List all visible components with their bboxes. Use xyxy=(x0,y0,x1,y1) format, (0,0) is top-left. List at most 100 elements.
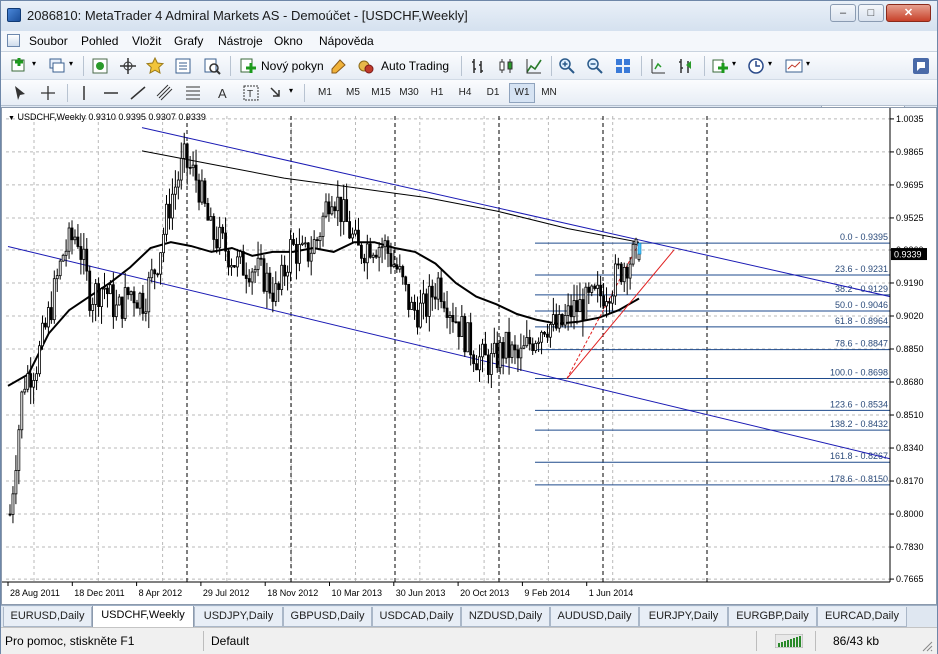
line-chart-icon[interactable] xyxy=(525,57,543,75)
new-order-button[interactable]: Nový pokyn xyxy=(237,55,325,77)
candle-body xyxy=(427,285,431,317)
chart-tab[interactable]: USDJPY,Daily xyxy=(194,607,283,627)
timeframe-m5[interactable]: M5 xyxy=(340,87,366,98)
candle-body xyxy=(73,236,77,241)
candle-body xyxy=(197,179,201,203)
chart-tab[interactable]: EURCAD,Daily xyxy=(817,607,907,627)
chart-window[interactable]: 0.0 - 0.9395 23.6 - 0.9231 38.2 - 0.9129 50… xyxy=(1,107,937,605)
candle-body xyxy=(100,288,103,307)
candle-body xyxy=(351,233,354,239)
fibonacci-retracement-icon[interactable] xyxy=(184,84,202,102)
candle xyxy=(605,287,608,318)
candle-body xyxy=(8,513,12,516)
separator xyxy=(704,56,705,76)
horizontal-line-icon[interactable] xyxy=(102,84,120,102)
candle xyxy=(424,288,428,324)
navigator-icon[interactable] xyxy=(146,57,164,75)
data-window-icon[interactable] xyxy=(119,57,137,75)
maximize-button[interactable]: □ xyxy=(858,4,884,22)
dropdown-arrow-icon[interactable]: ▾ xyxy=(768,59,772,68)
resize-grip-icon[interactable] xyxy=(921,640,933,652)
trendline-icon[interactable] xyxy=(129,84,147,102)
candle-body xyxy=(495,342,499,368)
timeframe-m30[interactable]: M30 xyxy=(396,87,422,98)
templates-icon[interactable] xyxy=(785,57,803,75)
strategy-tester-icon[interactable] xyxy=(203,57,221,75)
timeframe-h4[interactable]: H4 xyxy=(452,87,478,98)
chart-tab[interactable]: EURGBP,Daily xyxy=(728,607,817,627)
zoom-out-icon[interactable] xyxy=(586,57,604,75)
candle-body xyxy=(389,253,393,267)
price-chart[interactable]: 0.0 - 0.9395 23.6 - 0.9231 38.2 - 0.9129 50… xyxy=(2,108,936,604)
auto-scroll-icon[interactable] xyxy=(677,57,695,75)
terminal-icon[interactable] xyxy=(174,57,192,75)
chart-tab[interactable]: AUDUSD,Daily xyxy=(550,607,639,627)
timeframe-mn[interactable]: MN xyxy=(536,87,562,98)
text-icon[interactable]: A xyxy=(214,84,232,102)
fib-level-label: 23.6 - 0.9231 xyxy=(835,264,888,274)
tile-windows-icon[interactable] xyxy=(614,57,632,75)
candle-body xyxy=(312,239,316,254)
metaeditor-icon[interactable] xyxy=(330,57,348,75)
timeframe-w1[interactable]: W1 xyxy=(509,83,535,103)
periods-clock-icon[interactable] xyxy=(747,57,765,75)
chart-tab[interactable]: USDCHF,Weekly xyxy=(92,606,194,628)
market-watch-icon[interactable] xyxy=(91,57,109,75)
vertical-line-icon[interactable] xyxy=(75,84,93,102)
timeframe-d1[interactable]: D1 xyxy=(480,87,506,98)
candle-body xyxy=(253,269,257,273)
community-icon[interactable] xyxy=(912,57,930,75)
menu-okno[interactable]: Okno xyxy=(274,34,303,48)
chart-shift-icon[interactable] xyxy=(649,57,667,75)
menu-grafy[interactable]: Grafy xyxy=(174,34,203,48)
timeframe-m15[interactable]: M15 xyxy=(368,87,394,98)
candle-body xyxy=(546,333,549,338)
indicators-icon[interactable] xyxy=(711,57,729,75)
chart-collapse-icon[interactable]: ▼ xyxy=(8,115,15,122)
dropdown-arrow-icon[interactable]: ▾ xyxy=(289,86,293,95)
arrows-icon[interactable] xyxy=(267,84,285,102)
chart-tab[interactable]: GBPUSD,Daily xyxy=(283,607,372,627)
chart-tab[interactable]: EURUSD,Daily xyxy=(3,607,92,627)
zoom-in-icon[interactable] xyxy=(558,57,576,75)
candle xyxy=(522,335,526,349)
candle-body xyxy=(472,354,476,365)
dropdown-arrow-icon[interactable]: ▾ xyxy=(69,59,73,68)
candle xyxy=(395,257,399,274)
menu-nastroje[interactable]: Nástroje xyxy=(218,34,263,48)
menu-vlozit[interactable]: Vložit xyxy=(132,34,161,48)
timeframe-m1[interactable]: M1 xyxy=(312,87,338,98)
candle-body xyxy=(224,232,227,252)
chart-tab[interactable]: USDCAD,Daily xyxy=(372,607,461,627)
bar-chart-icon[interactable] xyxy=(469,57,487,75)
new-chart-icon[interactable] xyxy=(11,57,29,75)
dropdown-arrow-icon[interactable]: ▾ xyxy=(732,59,736,68)
minimize-button[interactable]: – xyxy=(830,4,856,22)
candle xyxy=(218,216,222,255)
candle-body xyxy=(489,353,493,375)
menu-napoveda[interactable]: Nápověda xyxy=(319,34,374,48)
candle xyxy=(230,258,233,276)
candle xyxy=(277,281,281,302)
profiles-icon[interactable] xyxy=(48,57,66,75)
candle xyxy=(481,338,484,373)
chart-tab[interactable]: EURJPY,Daily xyxy=(639,607,728,627)
candlestick-chart-icon[interactable] xyxy=(497,57,515,75)
close-button[interactable]: ✕ xyxy=(886,4,931,22)
dropdown-arrow-icon[interactable]: ▾ xyxy=(32,59,36,68)
chart-menu-icon[interactable] xyxy=(7,34,20,47)
auto-trading-button[interactable]: Auto Trading xyxy=(355,55,455,77)
cursor-icon[interactable] xyxy=(11,84,29,102)
timeframe-h1[interactable]: H1 xyxy=(424,87,450,98)
menu-soubor[interactable]: Soubor xyxy=(29,34,68,48)
title-bar[interactable]: 2086810: MetaTrader 4 Admiral Markets AS… xyxy=(1,1,937,31)
candle-body xyxy=(439,277,443,303)
dropdown-arrow-icon[interactable]: ▾ xyxy=(806,59,810,68)
text-label-icon[interactable]: T xyxy=(242,84,260,102)
chart-tab[interactable]: NZDUSD,Daily xyxy=(461,607,550,627)
candle-body xyxy=(613,263,617,297)
equidistant-channel-icon[interactable] xyxy=(156,84,174,102)
menu-pohled[interactable]: Pohled xyxy=(81,34,118,48)
crosshair-icon[interactable] xyxy=(39,84,57,102)
candle xyxy=(362,253,366,272)
